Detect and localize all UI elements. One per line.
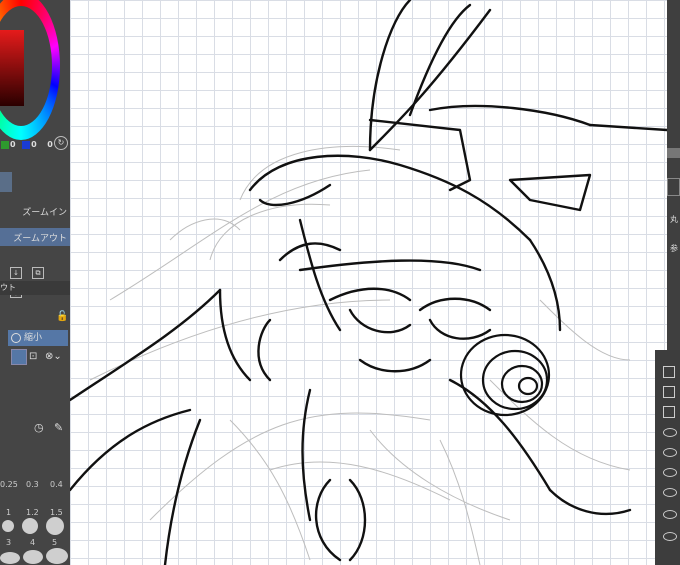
zoom-out-tool-label: 縮小 <box>24 333 43 343</box>
eye-icon[interactable] <box>663 532 677 541</box>
brush-size-value: 1.5 <box>50 508 63 517</box>
eye-icon[interactable] <box>663 428 677 437</box>
headphone-lineart <box>459 333 551 417</box>
zoom-in-button[interactable]: ズームイン <box>0 203 70 223</box>
zoom-out-button[interactable]: ズームアウト <box>0 228 70 246</box>
sketch-drawing <box>70 0 667 565</box>
character-lineart <box>70 0 667 565</box>
cut-label: ウト <box>0 281 70 295</box>
g-value: 0 <box>31 140 37 149</box>
brush-size-value: 0.3 <box>26 480 39 489</box>
brush-size-dot[interactable] <box>46 517 64 535</box>
clock-icon[interactable]: ◷ <box>34 421 44 434</box>
brush-size-value: 0.25 <box>0 480 18 489</box>
copy-icon[interactable]: ⧉ <box>32 267 44 279</box>
layer-folder-icon[interactable] <box>663 386 675 398</box>
zoom-tool-icon <box>11 332 21 343</box>
r-value: 0 <box>10 140 16 149</box>
brush-size-dot[interactable] <box>0 552 20 564</box>
wrench-icon[interactable]: ✎ <box>54 421 63 434</box>
magnify-tool-button[interactable] <box>11 349 27 365</box>
brush-size-value: 1.2 <box>26 508 39 517</box>
brush-size-dot[interactable] <box>2 520 14 532</box>
eye-icon[interactable] <box>663 488 677 497</box>
brush-size-value: 1 <box>6 508 12 517</box>
brush-size-dot[interactable] <box>46 548 68 564</box>
eye-icon[interactable] <box>663 510 677 519</box>
color-history-icon[interactable]: ↻ <box>54 136 68 150</box>
layer-panel <box>655 350 680 565</box>
navigator-tab[interactable] <box>0 172 12 192</box>
brush-size-value: 5 <box>52 538 58 547</box>
magnify-options-icon[interactable]: ⊗⌄ <box>45 351 62 362</box>
b-value: 0 <box>47 140 53 149</box>
color-saturation-square[interactable] <box>0 30 24 106</box>
navigator-tools: ↓⧉🗑 <box>10 260 70 298</box>
drawing-canvas[interactable] <box>70 0 667 565</box>
brush-size-dot[interactable] <box>23 550 43 564</box>
magnify-select-icon[interactable]: ⊡ <box>29 351 37 362</box>
green-swatch <box>1 140 9 149</box>
left-palette-panel: 0 0 0 ↻ ズームイン ズームアウト ↓⧉🗑 ウト 🔓 縮小 ⊡ ⊗⌄ ◷ … <box>0 0 70 565</box>
eye-icon[interactable] <box>663 468 677 477</box>
download-icon[interactable]: ↓ <box>10 267 22 279</box>
lock-icon[interactable]: 🔓 <box>56 311 68 322</box>
rough-sketch-lines <box>89 146 631 565</box>
layer-grid-icon[interactable] <box>663 406 675 418</box>
right-panel-label: 参 <box>670 244 678 253</box>
zoom-out-tool-item[interactable]: 縮小 <box>8 330 68 346</box>
brush-size-dot[interactable] <box>22 518 38 534</box>
right-panel-tab[interactable] <box>667 148 680 158</box>
right-panel-button[interactable] <box>667 178 680 196</box>
brush-size-value: 4 <box>30 538 36 547</box>
brush-size-value: 0.4 <box>50 480 63 489</box>
layer-select-icon[interactable] <box>663 366 675 378</box>
eye-icon[interactable] <box>663 448 677 457</box>
blue-swatch <box>22 140 31 149</box>
right-panel-label: 丸 <box>670 215 678 224</box>
brush-size-value: 3 <box>6 538 12 547</box>
